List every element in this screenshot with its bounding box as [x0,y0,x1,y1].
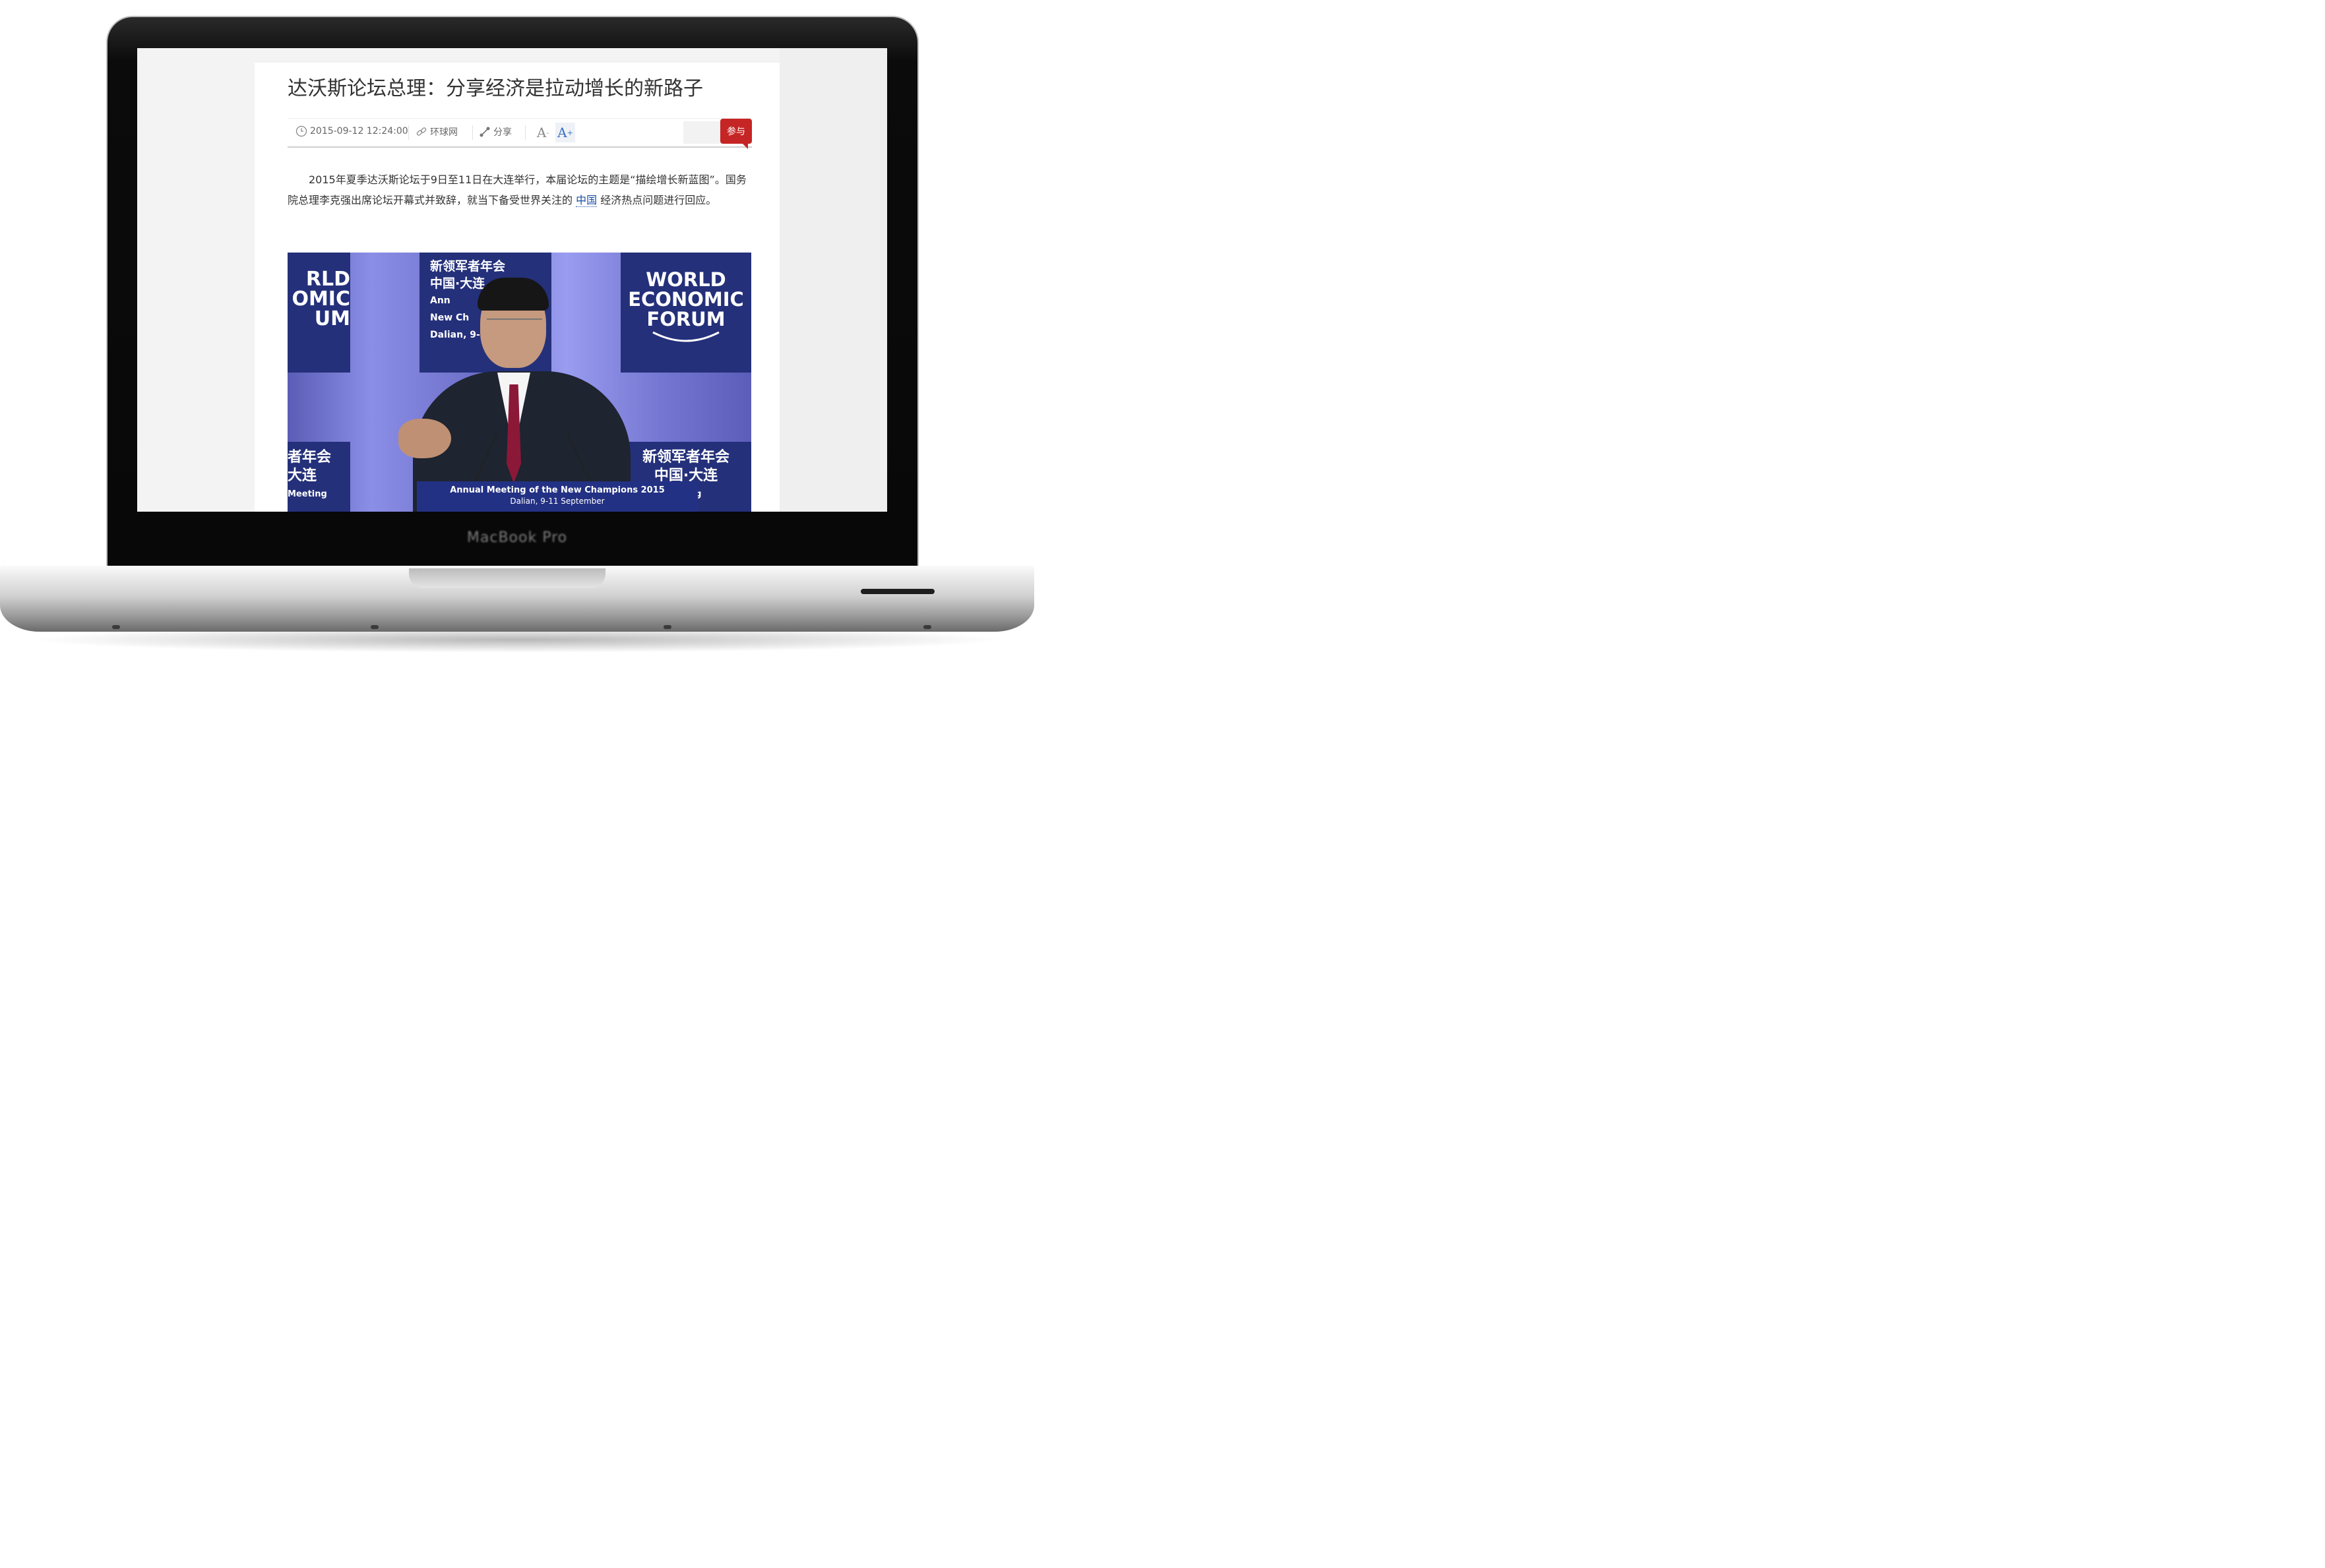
banner-text: Meeting [288,489,327,499]
banner-text: 者年会 [288,449,332,466]
podium-title: Annual Meeting of the New Champions 2015 [450,485,665,495]
speaker-hand [398,419,451,458]
source-text[interactable]: 环球网 [430,125,458,138]
font-decrease-button[interactable]: A- [533,123,553,142]
laptop-foot [664,625,671,629]
font-increase-label: A [557,125,567,140]
share-label: 分享 [493,127,512,138]
share-icon [480,127,490,137]
laptop-foot [923,625,931,629]
laptop-slot [861,589,935,594]
banner-text: WORLD [646,268,726,291]
comment-count-box[interactable] [683,121,720,144]
speaker-glasses [487,318,542,320]
page-right-margin [780,48,887,512]
device-brand-label: MacBook Pro [466,529,568,546]
banner-text: 新领军者年会 [430,259,506,274]
font-increase-button[interactable]: A + [555,123,575,142]
article-paragraph: 2015年夏季达沃斯论坛于9日至11日在大连举行，本届论坛的主题是“描绘增长新蓝… [288,169,753,210]
divider [472,125,473,140]
publish-time: 2015-09-12 12:24:00 [295,125,408,137]
wef-banner-right: WORLD ECONOMIC FORUM [621,253,751,373]
laptop-lid-notch [409,568,605,588]
article-meta-bar: 2015-09-12 12:24:00 环球网 分享 A- A + 参与 [288,118,752,149]
podium-sign: Annual Meeting of the New Champions 2015… [417,481,698,512]
paragraph-text-2: 经济热点问题进行回应。 [600,194,717,206]
divider [525,125,526,140]
clock-icon [295,125,307,137]
article-photo: RLD OMIC UM 新领军者年会 中国·大连 Ann New Ch Dali… [288,253,751,512]
banner-text: 新领军者年会 [642,449,729,466]
banner-text: UM [314,307,350,330]
font-decrease-label: A [536,125,547,140]
banner-text: ECONOMIC [628,288,744,311]
wef-banner-bottom-left: 者年会 大连 Meeting [288,442,350,512]
link-icon [416,127,427,136]
banner-text: FORUM [646,308,726,330]
divider [408,125,409,140]
wef-banner-left: RLD OMIC UM [288,253,350,373]
article-title: 达沃斯论坛总理：分享经济是拉动增长的新路子 [288,77,703,100]
laptop-foot [371,625,379,629]
banner-text: 大连 [288,467,317,484]
banner-text: OMIC [292,287,350,311]
banner-text: RLD [305,268,350,291]
browser-screen: 达沃斯论坛总理：分享经济是拉动增长的新路子 2015-09-12 12:24:0… [137,48,887,512]
join-discussion-button[interactable]: 参与 [720,119,752,149]
publish-time-text: 2015-09-12 12:24:00 [310,126,408,136]
article-container: 达沃斯论坛总理：分享经济是拉动增长的新路子 2015-09-12 12:24:0… [255,63,780,512]
source-link[interactable]: 环球网 [416,125,458,138]
podium-subtitle: Dalian, 9-11 September [510,497,605,506]
laptop-foot [112,625,120,629]
wef-arc-icon [652,331,720,342]
china-keyword-link[interactable]: 中国 [576,194,598,207]
share-button[interactable]: 分享 [479,125,512,138]
